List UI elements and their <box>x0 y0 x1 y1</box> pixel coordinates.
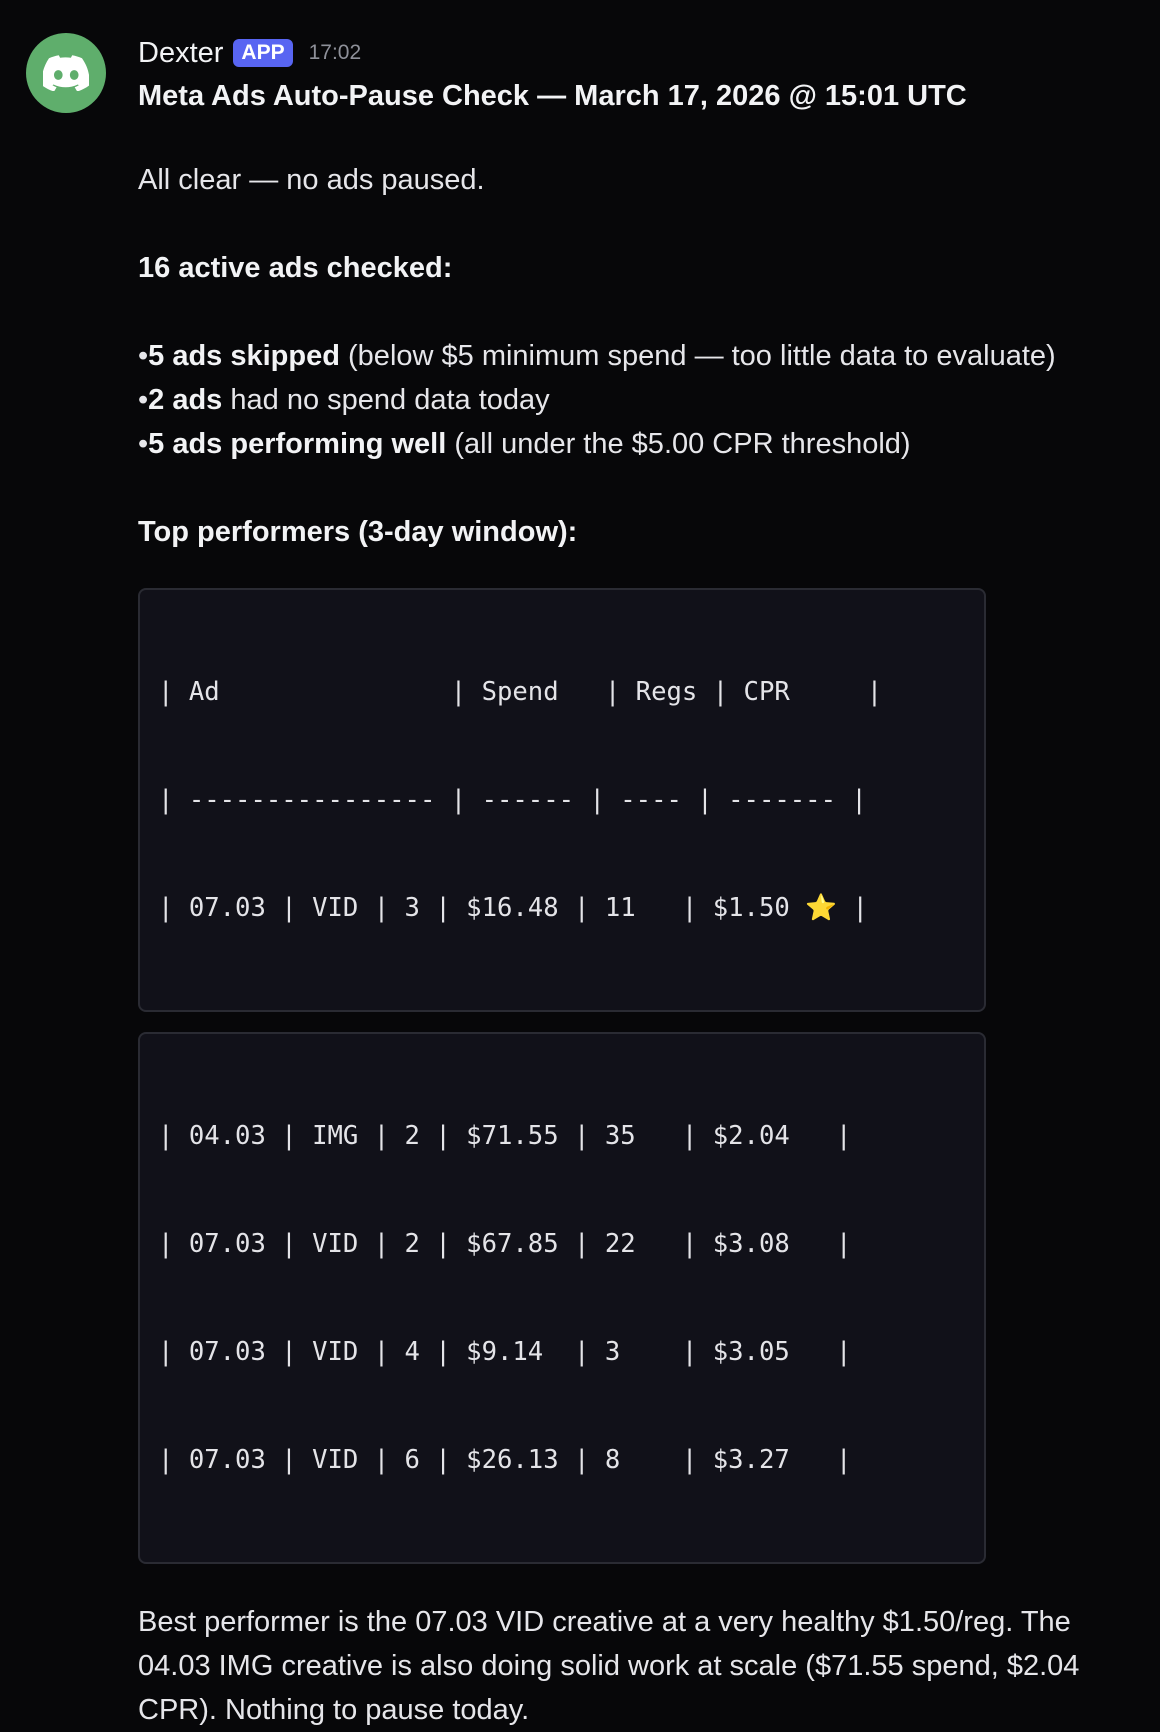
code-line: | 04.03 | IMG | 2 | $71.55 | 35 | $2.04 … <box>158 1121 852 1151</box>
list-item: •2 ads had no spend data today <box>138 378 1128 422</box>
top-performers-heading: Top performers (3-day window): <box>138 516 578 548</box>
code-line: | Ad | Spend | Regs | CPR | <box>158 677 883 707</box>
username[interactable]: Dexter <box>138 37 223 70</box>
summary-paragraph: Best performer is the 07.03 VID creative… <box>138 1606 1080 1726</box>
message-header: Dexter APP 17:02 <box>138 28 1128 78</box>
list-item-bold: 2 ads <box>148 384 223 416</box>
code-block-table-header[interactable]: | Ad | Spend | Regs | CPR | | ----------… <box>138 588 986 1012</box>
timestamp[interactable]: 17:02 <box>309 41 362 65</box>
list-item-bold: 5 ads skipped <box>148 340 340 372</box>
code-line: | ---------------- | ------ | ---- | ---… <box>158 785 867 815</box>
code-line: | 07.03 | VID | 3 | $16.48 | 11 | $1.50 … <box>158 893 868 923</box>
bullet-marker: • <box>138 428 149 460</box>
bullet-marker: • <box>138 384 149 416</box>
app-badge: APP <box>233 39 293 67</box>
list-item: •5 ads skipped (below $5 minimum spend —… <box>138 334 1128 378</box>
list-item-text: had no spend data today <box>222 384 550 416</box>
code-line: | 07.03 | VID | 4 | $9.14 | 3 | $3.05 | <box>158 1337 852 1367</box>
list-item-text: (below $5 minimum spend — too little dat… <box>339 340 1056 372</box>
code-block-table-rows[interactable]: | 04.03 | IMG | 2 | $71.55 | 35 | $2.04 … <box>138 1032 986 1564</box>
message-title: Meta Ads Auto-Pause Check — March 17, 20… <box>138 80 967 112</box>
list-item: •5 ads performing well (all under the $5… <box>138 422 1128 466</box>
discord-logo-icon <box>43 55 89 91</box>
code-line: | 07.03 | VID | 2 | $67.85 | 22 | $3.08 … <box>158 1229 852 1259</box>
message-content: Dexter APP 17:02 Meta Ads Auto-Pause Che… <box>138 28 1128 1732</box>
bullet-marker: • <box>138 340 149 372</box>
status-line: All clear — no ads paused. <box>138 164 485 196</box>
bullet-list: •5 ads skipped (below $5 minimum spend —… <box>138 334 1128 466</box>
code-line: | 07.03 | VID | 6 | $26.13 | 8 | $3.27 | <box>158 1445 852 1475</box>
avatar[interactable] <box>26 33 106 113</box>
chat-message: Dexter APP 17:02 Meta Ads Auto-Pause Che… <box>0 0 1160 1726</box>
checked-heading: 16 active ads checked: <box>138 252 453 284</box>
list-item-text: (all under the $5.00 CPR threshold) <box>446 428 911 460</box>
list-item-bold: 5 ads performing well <box>148 428 447 460</box>
